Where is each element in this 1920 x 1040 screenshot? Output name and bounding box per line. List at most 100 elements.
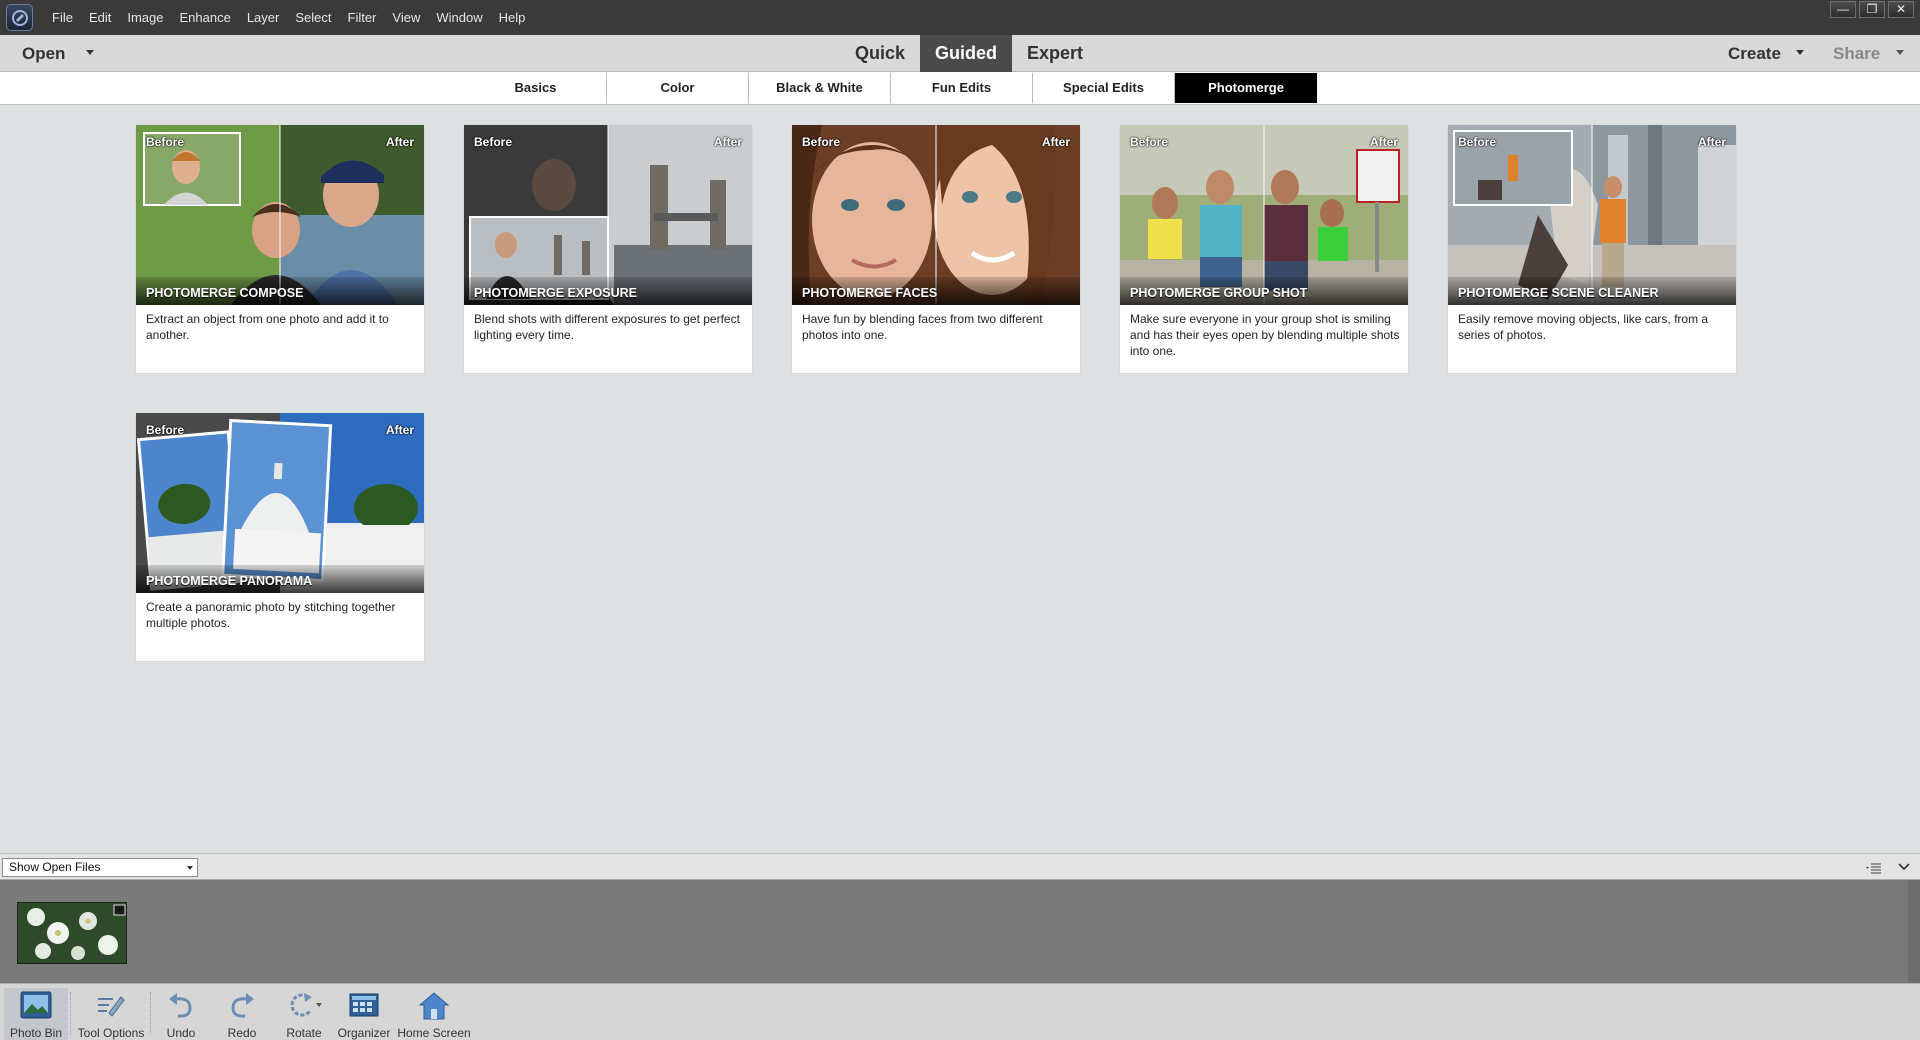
- home-screen-button[interactable]: Home Screen: [396, 988, 472, 1040]
- category-tabs: Basics Color Black & White Fun Edits Spe…: [465, 73, 1317, 103]
- menu-layer[interactable]: Layer: [239, 0, 288, 35]
- rotate-label: Rotate: [286, 1026, 322, 1040]
- minimize-button[interactable]: —: [1830, 1, 1856, 18]
- restore-button[interactable]: ❐: [1859, 1, 1885, 18]
- card-photomerge-exposure[interactable]: Before After PHOTOMERGE EXPOSURE Blend s…: [464, 125, 752, 373]
- photo-bin-icon: [20, 991, 52, 1019]
- create-button[interactable]: Create: [1728, 35, 1781, 72]
- card-title: PHOTOMERGE EXPOSURE: [474, 286, 637, 300]
- before-label: Before: [146, 135, 185, 149]
- menu-enhance[interactable]: Enhance: [172, 0, 239, 35]
- tool-options-label: Tool Options: [77, 1026, 145, 1040]
- create-dropdown-icon[interactable]: [1796, 50, 1804, 55]
- card-photomerge-scene-cleaner[interactable]: Before After PHOTOMERGE SCENE CLEANER Ea…: [1448, 125, 1736, 373]
- menu-file[interactable]: File: [44, 0, 81, 35]
- card-title: PHOTOMERGE GROUP SHOT: [1130, 286, 1308, 300]
- card-description: Extract an object from one photo and add…: [146, 312, 389, 342]
- card-thumbnail: Before After PHOTOMERGE GROUP SHOT: [1120, 125, 1408, 305]
- menu-edit[interactable]: Edit: [81, 0, 119, 35]
- card-description: Have fun by blending faces from two diff…: [802, 312, 1043, 342]
- redo-icon: [231, 993, 254, 1018]
- tab-fun-edits[interactable]: Fun Edits: [891, 73, 1033, 103]
- before-label: Before: [1130, 135, 1169, 149]
- after-label: After: [713, 135, 742, 149]
- card-photomerge-panorama[interactable]: Before After PHOTOMERGE PANORAMA Create …: [136, 413, 424, 661]
- card-photomerge-faces[interactable]: Before After PHOTOMERGE FACES Have fun b…: [792, 125, 1080, 373]
- redo-button[interactable]: Redo: [221, 988, 263, 1040]
- card-photomerge-group-shot[interactable]: Before After PHOTOMERGE GROUP SHOT Make …: [1120, 125, 1408, 373]
- tab-special-edits[interactable]: Special Edits: [1033, 73, 1175, 103]
- open-dropdown-icon[interactable]: [86, 50, 94, 55]
- organizer-label: Organizer: [337, 1026, 391, 1040]
- menu-view[interactable]: View: [384, 0, 428, 35]
- menu-window[interactable]: Window: [428, 0, 490, 35]
- app-logo-icon[interactable]: [6, 4, 33, 31]
- card-title: PHOTOMERGE PANORAMA: [146, 574, 313, 588]
- menu-filter[interactable]: Filter: [340, 0, 385, 35]
- menu-select[interactable]: Select: [287, 0, 339, 35]
- photo-bin-button[interactable]: Photo Bin: [4, 988, 68, 1040]
- home-icon: [418, 992, 450, 1020]
- undo-icon: [169, 993, 192, 1018]
- card-description: Easily remove moving objects, like cars,…: [1458, 312, 1709, 342]
- photo-bin-label: Photo Bin: [9, 1026, 63, 1040]
- tool-options-button[interactable]: Tool Options: [74, 988, 148, 1040]
- card-title: PHOTOMERGE SCENE CLEANER: [1458, 286, 1659, 300]
- share-button[interactable]: Share: [1833, 35, 1880, 72]
- tab-quick[interactable]: Quick: [840, 35, 920, 72]
- show-open-files-select[interactable]: Show Open Files: [2, 858, 198, 877]
- photo-bin-header: Show Open Files: [0, 853, 1920, 880]
- after-label: After: [1369, 135, 1398, 149]
- before-label: Before: [802, 135, 841, 149]
- chevron-down-icon: [187, 866, 193, 870]
- bin-options-menu-icon[interactable]: [1866, 862, 1882, 874]
- category-bar: Basics Color Black & White Fun Edits Spe…: [0, 72, 1920, 105]
- card-title: PHOTOMERGE FACES: [802, 286, 938, 300]
- card-thumbnail: Before After PHOTOMERGE EXPOSURE: [464, 125, 752, 305]
- before-label: Before: [474, 135, 513, 149]
- undo-button[interactable]: Undo: [160, 988, 202, 1040]
- rotate-button[interactable]: Rotate: [282, 988, 326, 1040]
- tab-expert[interactable]: Expert: [1012, 35, 1098, 72]
- card-thumbnail: Before After PHOTOMERGE SCENE CLEANER: [1448, 125, 1736, 305]
- card-thumbnail: Before After PHOTOMERGE PANORAMA: [136, 413, 424, 593]
- photo-bin-area: [0, 880, 1920, 983]
- menu-bar: File Edit Image Enhance Layer Select Fil…: [44, 0, 533, 35]
- select-value: Show Open Files: [9, 860, 101, 874]
- bottom-toolbar: Photo Bin Tool Options Undo Redo Rotate …: [0, 983, 1920, 1040]
- card-thumbnail: Before After PHOTOMERGE COMPOSE: [136, 125, 424, 305]
- window-controls: — ❐ ✕: [1830, 1, 1914, 18]
- tab-guided[interactable]: Guided: [920, 35, 1013, 72]
- collapse-bin-icon[interactable]: [1898, 862, 1910, 872]
- card-description: Create a panoramic photo by stitching to…: [146, 600, 396, 630]
- menu-image[interactable]: Image: [119, 0, 171, 35]
- tab-photomerge[interactable]: Photomerge: [1175, 73, 1317, 103]
- tab-basics[interactable]: Basics: [465, 73, 607, 103]
- toolbar-separator: [150, 992, 151, 1034]
- card-description: Make sure everyone in your group shot is…: [1130, 312, 1400, 358]
- close-button[interactable]: ✕: [1888, 1, 1914, 18]
- after-label: After: [385, 423, 414, 437]
- share-dropdown-icon[interactable]: [1896, 50, 1904, 55]
- title-bar: File Edit Image Enhance Layer Select Fil…: [0, 0, 1920, 35]
- open-button[interactable]: Open: [22, 35, 65, 72]
- redo-label: Redo: [227, 1026, 257, 1040]
- rotate-icon: [290, 993, 322, 1017]
- toolbar-separator: [70, 992, 71, 1034]
- card-title: PHOTOMERGE COMPOSE: [146, 286, 304, 300]
- card-thumbnail: Before After PHOTOMERGE FACES: [792, 125, 1080, 305]
- mode-bar: Open Quick Guided Expert Create Share: [0, 35, 1920, 72]
- organizer-button[interactable]: Organizer: [336, 988, 392, 1040]
- before-label: Before: [146, 423, 185, 437]
- menu-help[interactable]: Help: [491, 0, 534, 35]
- card-photomerge-compose[interactable]: Before After PHOTOMERGE COMPOSE Extract …: [136, 125, 424, 373]
- card-description: Blend shots with different exposures to …: [474, 312, 740, 342]
- photo-bin-scrollbar[interactable]: [1908, 880, 1920, 983]
- tab-color[interactable]: Color: [607, 73, 749, 103]
- after-label: After: [385, 135, 414, 149]
- tab-black-white[interactable]: Black & White: [749, 73, 891, 103]
- organizer-icon: [349, 993, 379, 1017]
- tool-options-icon: [98, 996, 125, 1017]
- after-label: After: [1041, 135, 1070, 149]
- open-file-thumbnail[interactable]: [17, 902, 127, 964]
